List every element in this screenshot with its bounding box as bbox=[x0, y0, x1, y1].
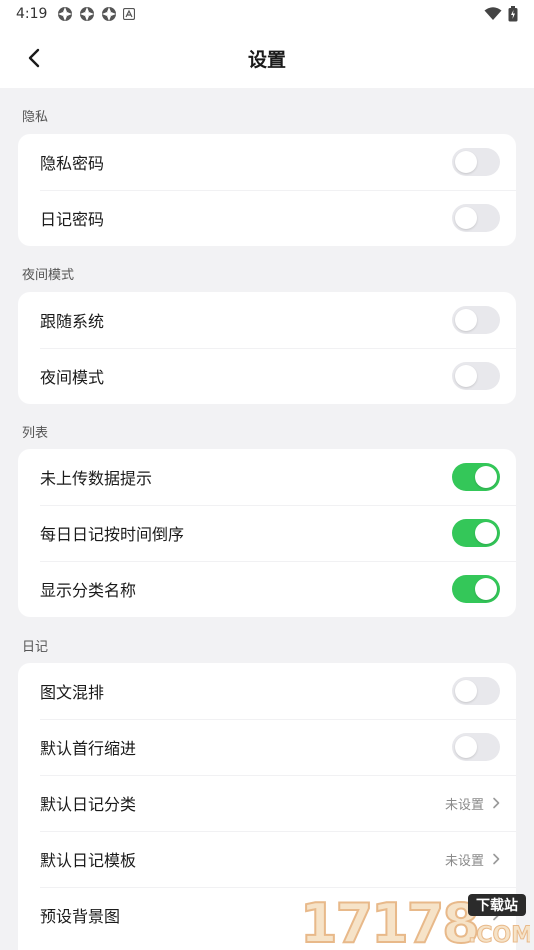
status-bar: 4:19 bbox=[0, 0, 534, 28]
card-privacy: 隐私密码 日记密码 bbox=[18, 134, 516, 246]
setting-row-night-mode[interactable]: 夜间模式 bbox=[18, 348, 516, 404]
mixed-layout-switch[interactable] bbox=[452, 677, 500, 705]
app-notification-icon bbox=[80, 7, 95, 21]
app-bar: 设置 bbox=[0, 28, 534, 88]
svg-text:下载站: 下载站 bbox=[476, 897, 518, 914]
reverse-order-switch[interactable] bbox=[452, 519, 500, 547]
system-icons bbox=[484, 6, 518, 22]
setting-row-mixed-layout[interactable]: 图文混排 bbox=[18, 663, 516, 719]
first-line-indent-switch[interactable] bbox=[452, 733, 500, 761]
section-title-diary: 日记 bbox=[22, 640, 49, 655]
app-notification-icon bbox=[102, 7, 117, 21]
setting-label: 隐私密码 bbox=[40, 154, 105, 173]
setting-row-unuploaded-hint[interactable]: 未上传数据提示 bbox=[18, 449, 516, 505]
setting-value: 未设置 bbox=[444, 853, 484, 869]
svg-text:17178: 17178 bbox=[300, 892, 478, 950]
font-notification-icon bbox=[123, 8, 136, 20]
card-night-mode: 跟随系统 夜间模式 bbox=[18, 292, 516, 404]
switch-knob bbox=[455, 680, 477, 702]
switch-knob bbox=[455, 309, 477, 331]
status-time: 4:19 bbox=[16, 6, 48, 22]
section-title-list: 列表 bbox=[22, 426, 49, 441]
setting-row-default-template[interactable]: 默认日记模板 未设置 bbox=[18, 831, 516, 887]
section-title-night-mode: 夜间模式 bbox=[22, 268, 75, 283]
unuploaded-hint-switch[interactable] bbox=[452, 463, 500, 491]
site-watermark-logo: 17178 下载站 .COM bbox=[300, 891, 530, 950]
chevron-left-icon bbox=[28, 48, 40, 68]
follow-system-switch[interactable] bbox=[452, 306, 500, 334]
setting-label: 默认首行缩进 bbox=[40, 739, 137, 758]
app-notification-icon bbox=[58, 7, 73, 21]
chevron-right-icon bbox=[493, 853, 500, 865]
diary-password-switch[interactable] bbox=[452, 204, 500, 232]
switch-knob bbox=[475, 466, 497, 488]
chevron-right-icon bbox=[493, 797, 500, 809]
setting-value: 未设置 bbox=[444, 797, 484, 813]
back-button[interactable] bbox=[20, 44, 48, 72]
setting-label: 跟随系统 bbox=[40, 312, 105, 331]
setting-row-reverse-order[interactable]: 每日日记按时间倒序 bbox=[18, 505, 516, 561]
setting-row-diary-password[interactable]: 日记密码 bbox=[18, 190, 516, 246]
svg-text:.COM: .COM bbox=[468, 923, 530, 948]
setting-label: 预设背景图 bbox=[40, 907, 121, 926]
switch-knob bbox=[475, 578, 497, 600]
setting-row-default-category[interactable]: 默认日记分类 未设置 bbox=[18, 775, 516, 831]
setting-label: 默认日记分类 bbox=[40, 795, 137, 814]
setting-label: 默认日记模板 bbox=[40, 851, 137, 870]
setting-label: 夜间模式 bbox=[40, 368, 105, 387]
switch-knob bbox=[455, 736, 477, 758]
setting-row-first-line-indent[interactable]: 默认首行缩进 bbox=[18, 719, 516, 775]
setting-row-privacy-password[interactable]: 隐私密码 bbox=[18, 134, 516, 190]
show-category-switch[interactable] bbox=[452, 575, 500, 603]
setting-label: 日记密码 bbox=[40, 210, 105, 229]
setting-row-show-category[interactable]: 显示分类名称 bbox=[18, 561, 516, 617]
wifi-icon bbox=[484, 7, 502, 20]
page-title: 设置 bbox=[247, 48, 286, 71]
card-list: 未上传数据提示 每日日记按时间倒序 显示分类名称 bbox=[18, 449, 516, 617]
battery-icon bbox=[508, 6, 518, 22]
setting-label: 显示分类名称 bbox=[40, 581, 137, 600]
setting-row-follow-system[interactable]: 跟随系统 bbox=[18, 292, 516, 348]
setting-label: 每日日记按时间倒序 bbox=[40, 525, 185, 544]
switch-knob bbox=[475, 522, 497, 544]
switch-knob bbox=[455, 365, 477, 387]
setting-label: 图文混排 bbox=[40, 683, 105, 702]
night-mode-switch[interactable] bbox=[452, 362, 500, 390]
privacy-password-switch[interactable] bbox=[452, 148, 500, 176]
setting-label: 未上传数据提示 bbox=[40, 469, 153, 488]
notification-icons bbox=[57, 6, 136, 22]
switch-knob bbox=[455, 151, 477, 173]
section-title-privacy: 隐私 bbox=[22, 110, 49, 125]
switch-knob bbox=[455, 207, 477, 229]
